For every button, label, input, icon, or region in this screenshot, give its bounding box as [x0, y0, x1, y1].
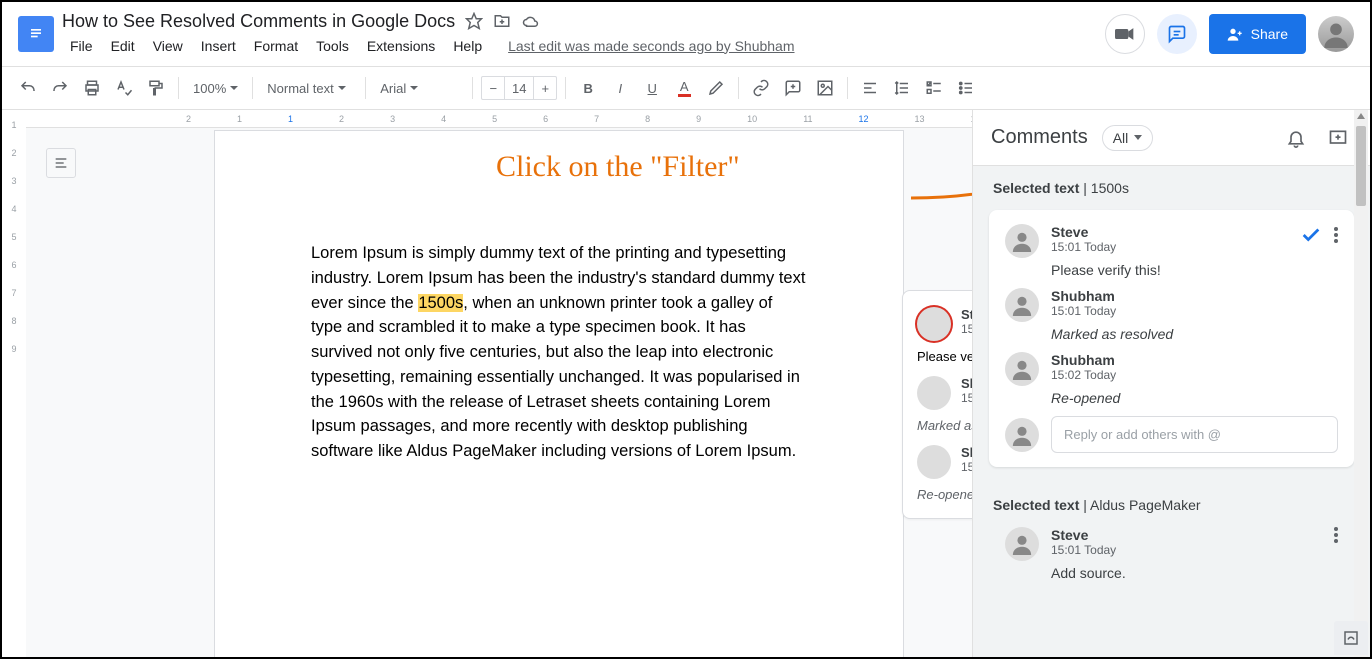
annotation-arrow-icon — [906, 138, 972, 208]
zoom-dropdown[interactable]: 100% — [187, 74, 244, 102]
titlebar: How to See Resolved Comments in Google D… — [2, 2, 1370, 66]
comments-scroll[interactable]: Selected text | 1500s Steve15:01 Today P… — [973, 166, 1370, 657]
explore-icon[interactable] — [1334, 621, 1368, 655]
menu-edit[interactable]: Edit — [103, 34, 143, 58]
redo-icon[interactable] — [46, 74, 74, 102]
print-icon[interactable] — [78, 74, 106, 102]
notifications-icon[interactable] — [1282, 124, 1310, 152]
font-value: Arial — [380, 81, 406, 96]
undo-icon[interactable] — [14, 74, 42, 102]
image-icon[interactable] — [811, 74, 839, 102]
avatar-icon — [1005, 224, 1039, 258]
document-page[interactable]: Lorem Ipsum is simply dummy text of the … — [214, 130, 904, 657]
horizontal-ruler: 211234567891011121314 — [26, 110, 972, 128]
menu-format[interactable]: Format — [246, 34, 306, 58]
caret-icon — [338, 86, 346, 90]
reply-input[interactable]: Reply or add others with @ — [1051, 416, 1338, 453]
more-icon[interactable] — [1334, 527, 1338, 543]
fontsize-stepper[interactable]: − 14 + — [481, 76, 557, 100]
vertical-ruler: 123456789 — [2, 110, 26, 657]
last-edit-link[interactable]: Last edit was made seconds ago by Shubha… — [500, 34, 802, 58]
add-comment-icon[interactable] — [779, 74, 807, 102]
doc-title[interactable]: How to See Resolved Comments in Google D… — [62, 11, 455, 32]
fontsize-minus[interactable]: − — [482, 81, 504, 96]
avatar-icon — [1005, 418, 1039, 452]
inline-comment-card[interactable]: Ste15:0 Please veri Shu15:0 Marked as Sh… — [902, 290, 972, 519]
zoom-value: 100% — [193, 81, 226, 96]
new-comment-icon[interactable] — [1324, 124, 1352, 152]
menu-file[interactable]: File — [62, 34, 101, 58]
star-icon[interactable] — [465, 12, 483, 30]
body-text-2: , when an unknown printer took a galley … — [311, 294, 800, 461]
scrollbar[interactable] — [1354, 110, 1368, 657]
align-icon[interactable] — [856, 74, 884, 102]
scroll-thumb[interactable] — [1356, 126, 1366, 206]
font-dropdown[interactable]: Arial — [374, 74, 464, 102]
comment-thread[interactable]: Steve15:01 Today Please verify this! Shu… — [989, 210, 1354, 467]
avatar-icon — [917, 307, 951, 341]
style-value: Normal text — [267, 81, 333, 96]
avatar-icon — [1005, 288, 1039, 322]
bold-icon[interactable]: B — [574, 74, 602, 102]
bulleted-list-icon[interactable] — [952, 74, 980, 102]
scroll-up-icon[interactable] — [1357, 113, 1365, 119]
account-avatar[interactable] — [1318, 16, 1354, 52]
more-icon[interactable] — [1334, 227, 1338, 243]
annotation-label: Click on the "Filter" — [496, 150, 740, 184]
avatar-icon — [917, 376, 951, 410]
comment-thread[interactable]: Steve15:01 Today Add source. — [989, 527, 1354, 601]
comments-filter-dropdown[interactable]: All — [1102, 125, 1154, 151]
menu-extensions[interactable]: Extensions — [359, 34, 443, 58]
menu-view[interactable]: View — [145, 34, 191, 58]
comments-title: Comments — [991, 126, 1088, 149]
menu-insert[interactable]: Insert — [193, 34, 244, 58]
text-color-icon[interactable]: A — [670, 74, 698, 102]
fontsize-value[interactable]: 14 — [504, 77, 534, 99]
italic-icon[interactable]: I — [606, 74, 634, 102]
meet-icon[interactable] — [1105, 14, 1145, 54]
filter-value: All — [1113, 130, 1129, 146]
resolve-icon[interactable] — [1300, 224, 1322, 246]
spellcheck-icon[interactable] — [110, 74, 138, 102]
menu-help[interactable]: Help — [445, 34, 490, 58]
move-icon[interactable] — [493, 12, 511, 30]
avatar-icon — [1005, 527, 1039, 561]
share-button[interactable]: Share — [1209, 14, 1306, 54]
underline-icon[interactable]: U — [638, 74, 666, 102]
link-icon[interactable] — [747, 74, 775, 102]
caret-icon — [230, 86, 238, 90]
cloud-icon[interactable] — [521, 12, 541, 30]
menubar: File Edit View Insert Format Tools Exten… — [62, 34, 1097, 58]
avatar-icon — [917, 445, 951, 479]
person-icon — [1227, 26, 1243, 42]
toolbar: 100% Normal text Arial − 14 + B I U A — [2, 66, 1370, 110]
chevron-down-icon — [1134, 135, 1142, 140]
avatar-icon — [1005, 352, 1039, 386]
fontsize-plus[interactable]: + — [534, 81, 556, 96]
paint-format-icon[interactable] — [142, 74, 170, 102]
open-comments-icon[interactable] — [1157, 14, 1197, 54]
checklist-icon[interactable] — [920, 74, 948, 102]
highlighted-text: 1500s — [418, 294, 463, 312]
style-dropdown[interactable]: Normal text — [261, 74, 357, 102]
docs-logo-icon[interactable] — [18, 16, 54, 52]
comments-panel: Comments All Selected text | 1500s Steve… — [972, 110, 1370, 657]
share-label: Share — [1251, 26, 1288, 42]
menu-tools[interactable]: Tools — [308, 34, 357, 58]
line-spacing-icon[interactable] — [888, 74, 916, 102]
caret-icon — [410, 86, 418, 90]
highlight-icon[interactable] — [702, 74, 730, 102]
outline-icon[interactable] — [46, 148, 76, 178]
